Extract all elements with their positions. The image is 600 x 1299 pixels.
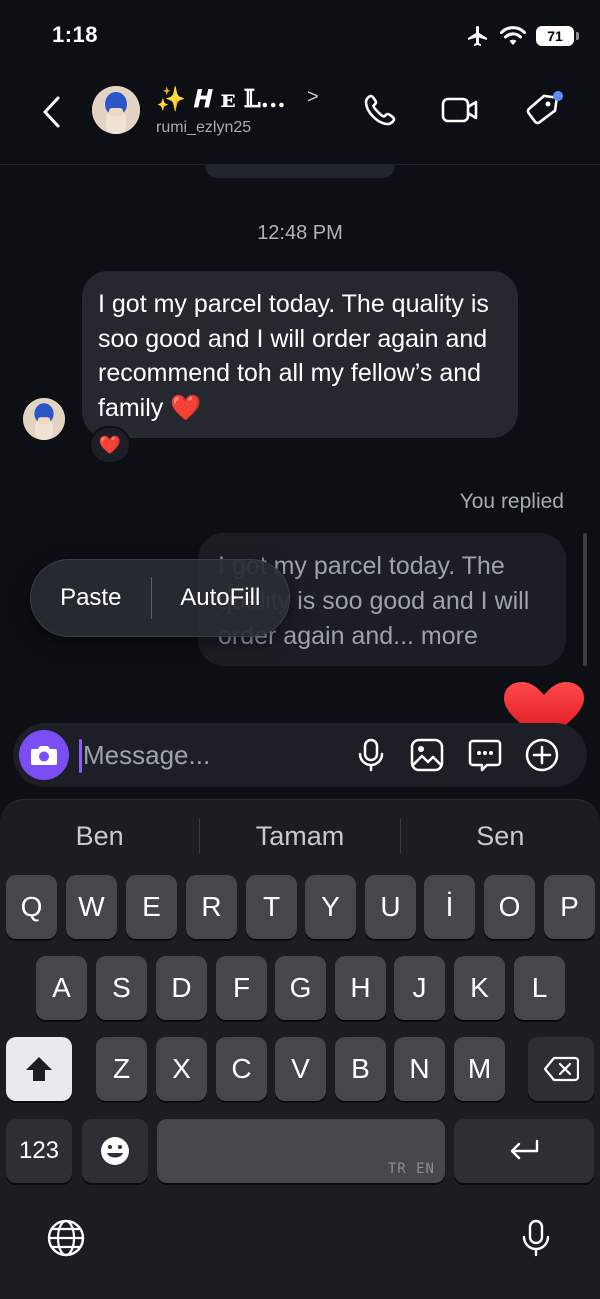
phone-icon[interactable] xyxy=(360,90,400,130)
microphone-icon[interactable] xyxy=(353,737,389,773)
message-input[interactable] xyxy=(83,733,353,777)
key-y[interactable]: Y xyxy=(305,875,356,939)
camera-button[interactable] xyxy=(19,730,69,780)
message-timestamp: 12:48 PM xyxy=(257,222,343,244)
contact-name[interactable]: ✨ 𝑯 ᴇ 𝕃... xyxy=(156,84,286,113)
text-caret xyxy=(79,739,82,773)
numbers-key[interactable]: 123 xyxy=(6,1119,72,1183)
message-composer xyxy=(13,723,587,787)
key-j[interactable]: J xyxy=(394,956,445,1020)
backspace-key[interactable] xyxy=(528,1037,594,1101)
wifi-icon xyxy=(500,26,526,45)
key-k[interactable]: K xyxy=(454,956,505,1020)
space-language-label: TR EN xyxy=(387,1161,435,1177)
shift-key[interactable] xyxy=(6,1037,72,1101)
return-key[interactable] xyxy=(454,1119,594,1183)
key-h[interactable]: H xyxy=(335,956,386,1020)
key-z[interactable]: Z xyxy=(96,1037,147,1101)
emoji-icon xyxy=(101,1137,129,1165)
airplane-icon xyxy=(468,26,487,46)
sticker-icon[interactable] xyxy=(467,737,503,773)
battery-icon: 71 xyxy=(536,26,579,46)
key-o[interactable]: O xyxy=(484,875,535,939)
key-t[interactable]: T xyxy=(246,875,297,939)
key-w[interactable]: W xyxy=(66,875,117,939)
key-p[interactable]: P xyxy=(544,875,595,939)
avatar[interactable] xyxy=(92,86,140,134)
key-q[interactable]: Q xyxy=(6,875,57,939)
key-x[interactable]: X xyxy=(156,1037,207,1101)
space-key[interactable]: TR EN xyxy=(157,1119,445,1183)
keyboard: Ben Tamam Sen Q W E R T Y U İ O P A S D … xyxy=(0,799,600,1299)
suggestion-1[interactable]: Ben xyxy=(0,821,199,852)
key-c[interactable]: C xyxy=(216,1037,267,1101)
shift-icon xyxy=(26,1057,52,1081)
key-r[interactable]: R xyxy=(186,875,237,939)
gallery-icon[interactable] xyxy=(409,737,445,773)
backspace-icon xyxy=(543,1056,579,1082)
return-icon xyxy=(510,1139,539,1160)
globe-icon[interactable] xyxy=(46,1218,86,1258)
paste-button[interactable]: Paste xyxy=(31,560,151,636)
camera-icon xyxy=(31,746,57,765)
reply-indicator-bar xyxy=(583,533,587,666)
battery-level: 71 xyxy=(547,28,563,44)
video-icon[interactable] xyxy=(440,90,480,130)
suggestion-2[interactable]: Tamam xyxy=(200,821,399,852)
incoming-message-bubble[interactable]: I got my parcel today. The quality is so… xyxy=(82,271,518,438)
key-n[interactable]: N xyxy=(394,1037,445,1101)
edit-context-menu: Paste AutoFill xyxy=(30,559,290,637)
chat-header: ✨ 𝑯 ᴇ 𝕃... > rumi_ezlyn25 xyxy=(0,70,600,165)
back-icon[interactable] xyxy=(36,92,70,132)
status-time: 1:18 xyxy=(52,22,99,47)
suggestion-bar: Ben Tamam Sen xyxy=(0,800,600,872)
key-dotted-i[interactable]: İ xyxy=(424,875,475,939)
emoji-key[interactable] xyxy=(82,1119,148,1183)
chevron-right-icon[interactable]: > xyxy=(307,86,319,109)
plus-icon[interactable] xyxy=(524,737,560,773)
key-v[interactable]: V xyxy=(275,1037,326,1101)
contact-username: rumi_ezlyn25 xyxy=(156,119,252,136)
key-f[interactable]: F xyxy=(216,956,267,1020)
key-a[interactable]: A xyxy=(36,956,87,1020)
key-e[interactable]: E xyxy=(126,875,177,939)
key-g[interactable]: G xyxy=(275,956,326,1020)
you-replied-label: You replied xyxy=(459,490,564,513)
status-icons: 71 xyxy=(466,24,579,48)
notification-dot xyxy=(553,91,563,101)
key-b[interactable]: B xyxy=(335,1037,386,1101)
key-d[interactable]: D xyxy=(156,956,207,1020)
key-u[interactable]: U xyxy=(365,875,416,939)
key-l[interactable]: L xyxy=(514,956,565,1020)
suggestion-3[interactable]: Sen xyxy=(401,821,600,852)
key-m[interactable]: M xyxy=(454,1037,505,1101)
sender-avatar[interactable] xyxy=(23,398,65,440)
autofill-button[interactable]: AutoFill xyxy=(152,560,289,636)
heart-reaction[interactable]: ❤️ xyxy=(89,426,131,464)
status-bar: 1:18 71 xyxy=(0,0,600,70)
tag-icon[interactable] xyxy=(524,90,564,130)
key-s[interactable]: S xyxy=(96,956,147,1020)
dictation-icon[interactable] xyxy=(516,1218,556,1258)
previous-message-edge xyxy=(205,164,395,178)
